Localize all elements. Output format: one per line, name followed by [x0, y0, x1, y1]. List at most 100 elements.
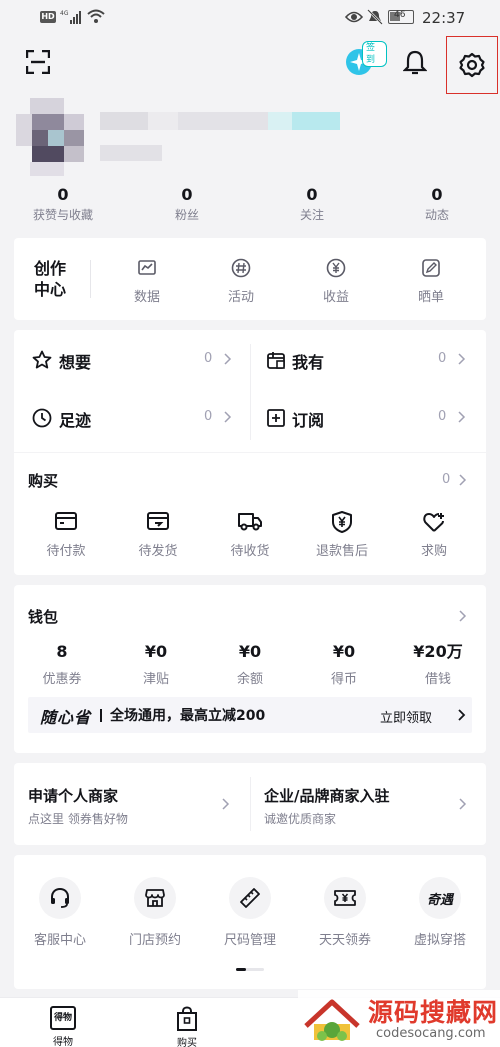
page-indicator: [236, 968, 264, 971]
creation-item-label: 数据: [133, 290, 160, 305]
have-count: 0: [438, 351, 447, 366]
service-icon-circle: [39, 877, 81, 919]
wallet-header[interactable]: 钱包: [14, 585, 486, 629]
wallet-item-balance[interactable]: ¥0 余额: [210, 641, 290, 687]
stat-posts[interactable]: 0 动态: [396, 184, 478, 224]
wallet-item-coins[interactable]: ¥0 得币: [304, 641, 384, 687]
qiyu-icon: 奇遇: [426, 892, 453, 908]
creation-item-data[interactable]: 数据: [117, 258, 177, 305]
box-icon: [267, 352, 285, 369]
heart-plus-icon: [423, 513, 444, 532]
gear-icon: [459, 52, 485, 78]
service-size-management[interactable]: 尺码管理: [210, 877, 290, 948]
wallet-card: 钱包 8 优惠券 ¥0 津贴 ¥0 余额 ¥0 得币 ¥20万 借钱 随心省 全…: [14, 585, 486, 753]
stat-label: 粉丝: [174, 208, 199, 222]
purchase-item-unpaid[interactable]: 待付款: [28, 510, 104, 559]
creation-item-share[interactable]: 晒单: [401, 258, 461, 305]
settings-button[interactable]: [446, 36, 498, 94]
stat-followers[interactable]: 0 粉丝: [146, 184, 228, 224]
hd-badge: HD: [40, 11, 56, 23]
wallet-label: 津贴: [142, 672, 169, 687]
nav-buy[interactable]: 购买: [162, 1006, 212, 1047]
promo-banner[interactable]: 随心省 全场通用，最高立减200 立即领取: [28, 697, 472, 733]
service-icon-circle: 奇遇: [419, 877, 461, 919]
plus-square-icon: [267, 409, 285, 427]
username-blurred: [100, 112, 340, 130]
want-item[interactable]: 想要 0: [14, 330, 250, 388]
promo-action[interactable]: 立即领取: [380, 707, 432, 726]
service-label: 门店预约: [128, 933, 181, 948]
service-store-booking[interactable]: 门店预约: [115, 877, 195, 948]
service-customer-center[interactable]: 客服中心: [20, 877, 100, 948]
footprint-item[interactable]: 足迹 0: [14, 388, 250, 446]
creation-item-activity[interactable]: 活动: [211, 258, 271, 305]
wallet-label: 余额: [236, 672, 263, 687]
chevron-right-icon: [458, 411, 466, 423]
have-item[interactable]: 我有 0: [250, 330, 486, 388]
stat-value: 0: [306, 185, 318, 204]
wallet-value: ¥0: [238, 642, 262, 661]
personal-merchant-entry[interactable]: 申请个人商家 点这里 领券售好物: [14, 763, 250, 845]
purchase-item-wanted[interactable]: 求购: [396, 510, 472, 559]
wallet-item-allowance[interactable]: ¥0 津贴: [116, 641, 196, 687]
purchase-item-to-ship[interactable]: 待发货: [120, 510, 196, 559]
chevron-right-icon: [222, 798, 230, 810]
creation-item-label: 活动: [227, 290, 254, 305]
scan-icon[interactable]: [26, 50, 50, 74]
wallet-title: 钱包: [28, 608, 59, 626]
service-daily-coupons[interactable]: 天天领券: [305, 877, 385, 948]
stat-label: 获赞与收藏: [32, 208, 93, 222]
brand-merchant-entry[interactable]: 企业/品牌商家入驻 诚邀优质商家: [250, 763, 486, 845]
purchase-item-label: 退款售后: [315, 544, 368, 559]
purchase-header[interactable]: 购买 0: [14, 460, 486, 500]
battery-level: 46: [394, 10, 406, 20]
chevron-right-icon: [224, 353, 232, 365]
service-label: 虚拟穿搭: [413, 933, 466, 948]
shield-yuan-icon: [332, 511, 352, 533]
purchase-item-refund[interactable]: 退款售后: [304, 510, 380, 559]
home-icon: 得物: [50, 1006, 76, 1030]
creation-center-title[interactable]: 创作 中心: [34, 258, 66, 300]
creation-item-label: 晒单: [417, 290, 444, 305]
wallet-label: 得币: [330, 672, 357, 687]
service-label: 尺码管理: [223, 933, 276, 948]
signal-icon: 4G: [60, 10, 81, 24]
stat-label: 关注: [299, 208, 324, 222]
purchase-item-label: 待收货: [230, 544, 270, 559]
stat-likes[interactable]: 0 获赞与收藏: [22, 184, 104, 224]
stats-row: 0 获赞与收藏 0 粉丝 0 关注 0 动态: [0, 184, 500, 228]
checkin-button[interactable]: 签到: [345, 41, 387, 78]
purchase-item-label: 待发货: [138, 544, 178, 559]
star-icon: [32, 350, 52, 369]
purchase-title: 购买: [28, 472, 59, 490]
status-time: 22:37: [422, 9, 466, 27]
chevron-right-icon: [458, 353, 466, 365]
purchase-item-to-receive[interactable]: 待收货: [212, 510, 288, 559]
wallet-item-coupons[interactable]: 8 优惠券: [22, 641, 102, 687]
bell-icon[interactable]: [403, 49, 427, 75]
house-logo-icon: [304, 999, 360, 1041]
service-virtual-outfit[interactable]: 奇遇 虚拟穿搭: [400, 877, 480, 948]
store-icon: [145, 889, 165, 907]
stat-label: 动态: [424, 208, 449, 222]
footprint-count: 0: [204, 409, 213, 424]
service-icon-circle: [229, 877, 271, 919]
home-icon-text: 得物: [53, 1013, 72, 1023]
wallet-value: 8: [56, 642, 68, 661]
shopping-bag-icon: [177, 1006, 197, 1031]
services-card: 客服中心 门店预约 尺码管理 天天领券 奇遇 虚拟穿搭: [14, 855, 486, 989]
wallet-item-loan[interactable]: ¥20万 借钱: [398, 641, 478, 687]
wallet-icon: [55, 512, 77, 530]
purchase-item-label: 待付款: [46, 544, 86, 559]
creation-title-line1: 创作: [34, 259, 67, 278]
stat-following[interactable]: 0 关注: [271, 184, 353, 224]
footprint-label: 足迹: [59, 411, 92, 430]
creation-item-income[interactable]: 收益: [306, 258, 366, 305]
subscribe-item[interactable]: 订阅 0: [250, 388, 486, 446]
nav-home[interactable]: 得物 得物: [38, 1006, 88, 1047]
wallet-value: ¥20万: [413, 642, 463, 661]
avatar[interactable]: [16, 98, 98, 176]
purchase-count: 0: [442, 472, 451, 487]
mute-bell-icon: [367, 9, 383, 25]
quick-purchase-card: 想要 0 我有 0 足迹 0 订阅 0 购买 0 待付款 待发货 待收货 退款售…: [14, 330, 486, 575]
